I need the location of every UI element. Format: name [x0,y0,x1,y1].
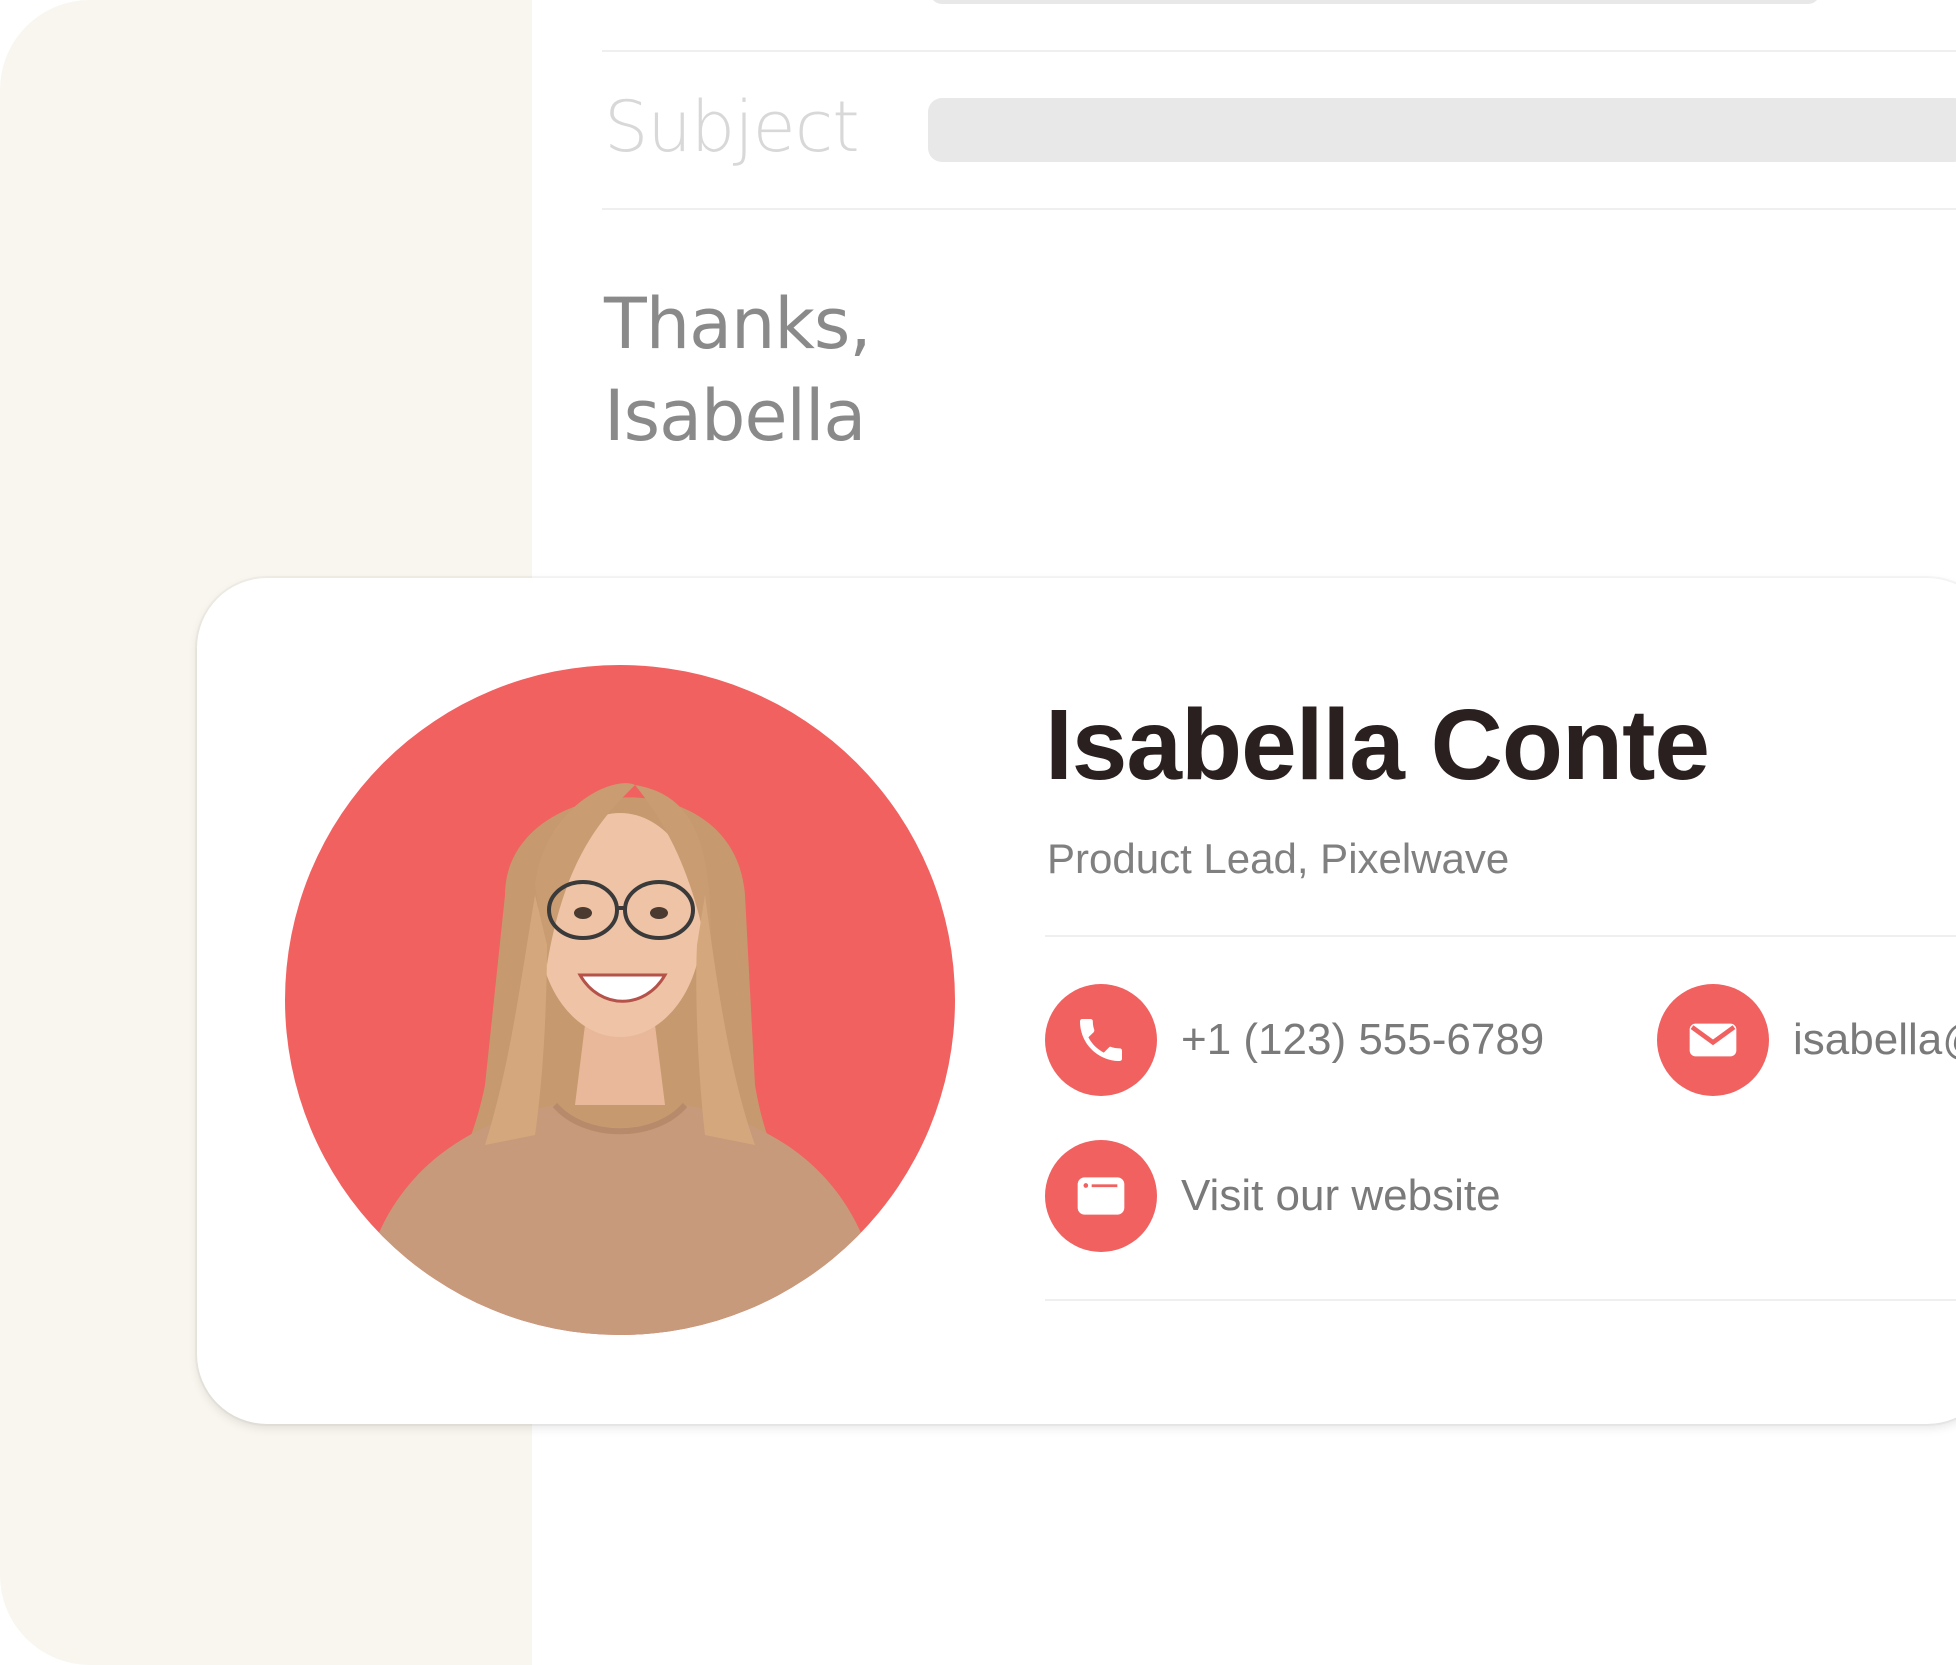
field-divider [602,50,1956,52]
phone-number: +1 (123) 555-6789 [1181,1015,1545,1064]
signature-name: Isabella Conte [1045,689,1710,801]
email-address: isabella@ [1793,1015,1956,1064]
subject-label: Subject [604,86,860,168]
avatar [285,665,955,1335]
contact-email[interactable]: isabella@ [1657,984,1956,1096]
website-link: Visit our website [1181,1171,1501,1220]
signature-card: Isabella Conte Product Lead, Pixelwave +… [197,578,1956,1424]
subject-input[interactable] [928,98,1956,162]
phone-icon [1045,984,1157,1096]
field-divider [602,208,1956,210]
signature-divider [1045,1299,1956,1301]
avatar-photo [285,665,955,1335]
signature-title: Product Lead, Pixelwave [1047,835,1510,882]
email-body[interactable]: Thanks, Isabella [604,278,872,462]
recipient-field[interactable] [930,0,1820,4]
signature-divider [1045,935,1956,937]
contact-phone[interactable]: +1 (123) 555-6789 [1045,984,1544,1096]
contact-website[interactable]: Visit our website [1045,1140,1501,1252]
browser-window-icon [1045,1140,1157,1252]
body-line: Thanks, [604,283,872,365]
envelope-icon [1657,984,1769,1096]
body-line: Isabella [604,375,866,457]
